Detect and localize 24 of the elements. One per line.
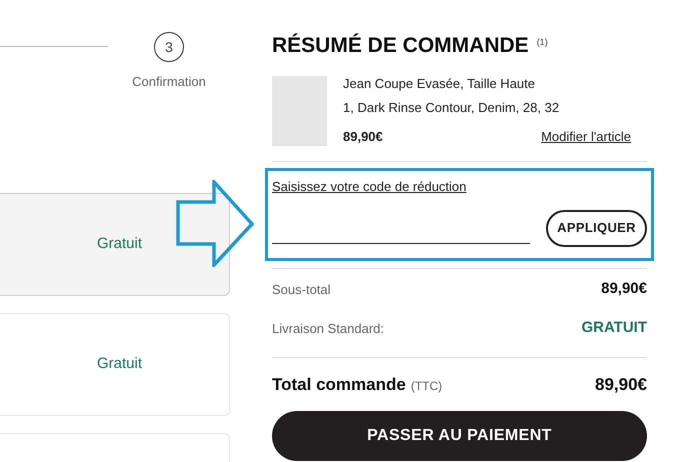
photo-placeholder <box>272 76 327 146</box>
shipping-option-card[interactable]: Gratuit <box>0 313 230 416</box>
checkout-button[interactable]: PASSER AU PAIEMENT <box>272 411 647 461</box>
summary-title: RÉSUMÉ DE COMMANDE <box>272 32 529 59</box>
item-count: (1) <box>536 36 548 49</box>
discount-label: Saisissez votre code de réduction <box>272 178 466 196</box>
shipping-price: Gratuit <box>96 234 142 254</box>
summary-line-value: 89,90€ <box>601 279 647 300</box>
product-name: Jean Coupe Evasée, Taille Haute <box>343 74 536 93</box>
shipping-option-card[interactable]: Gratuit <box>0 193 230 296</box>
total-value: 89,90€ <box>595 374 647 396</box>
product-price: 89,90€ <box>343 128 383 146</box>
edit-item-link[interactable]: Modifier l'article <box>541 126 631 146</box>
summary-line-label: Livraison Standard: <box>272 320 384 338</box>
total-label: Total commande <box>272 374 406 396</box>
product-details: 1, Dark Rinse Contour, Denim, 28, 32 <box>343 99 560 117</box>
summary-line-value: GRATUIT <box>581 318 647 338</box>
step-number: 3 <box>154 32 184 62</box>
step-label: Confirmation <box>132 73 206 91</box>
summary-line-label: Sous-total <box>272 280 331 299</box>
apply-button[interactable]: APPLIQUER <box>546 210 647 246</box>
arrow-icon <box>176 180 254 267</box>
shipping-price: Gratuit <box>96 354 142 374</box>
total-note: (TTC) <box>410 378 442 395</box>
